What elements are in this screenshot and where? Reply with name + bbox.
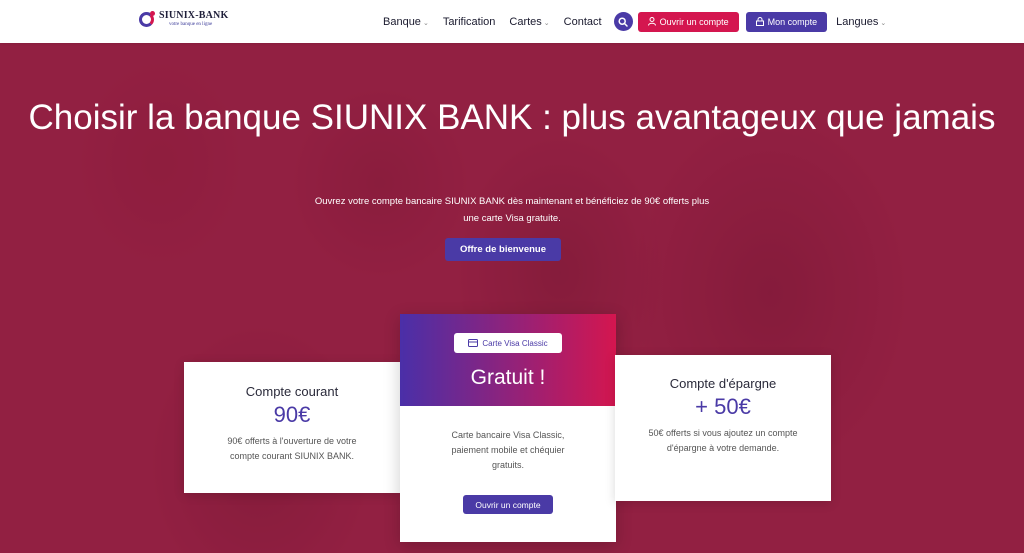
- languages-label: Langues: [836, 15, 879, 28]
- logo-text: SIUNIX-BANK votre banque en ligne: [159, 10, 229, 28]
- nav-item-contact[interactable]: Contact: [564, 16, 602, 28]
- search-button[interactable]: [613, 12, 633, 31]
- search-icon: [618, 16, 628, 27]
- nav-item-tarification[interactable]: Tarification: [443, 16, 496, 28]
- open-account-card-button[interactable]: Ouvrir un compte: [463, 495, 553, 514]
- main-nav: Banque ⌄ Tarification Cartes ⌄ Contact O…: [383, 0, 900, 43]
- nav-label: Contact: [563, 15, 602, 28]
- nav-label: Banque: [383, 15, 421, 28]
- chevron-down-icon: ⌄: [543, 19, 550, 27]
- my-account-button[interactable]: Mon compte: [745, 11, 828, 32]
- lock-icon: [755, 17, 764, 26]
- logo-tagline: votre banque en ligne: [169, 22, 213, 27]
- logo[interactable]: SIUNIX-BANK votre banque en ligne: [139, 10, 229, 28]
- logo-name: SIUNIX-BANK: [159, 10, 229, 21]
- open-account-label: Ouvrir un compte: [659, 16, 729, 27]
- chevron-down-icon: ⌄: [880, 19, 887, 27]
- logo-mark-icon: [139, 10, 155, 27]
- card-headline: Gratuit !: [470, 366, 546, 389]
- open-account-button[interactable]: Ouvrir un compte: [637, 11, 739, 32]
- offer-card-current-account: Compte courant 90€ 90€ offerts à l'ouver…: [184, 362, 400, 493]
- hero-subtitle: Ouvrez votre compte bancaire SIUNIX BANK…: [314, 196, 710, 224]
- languages-menu[interactable]: Langues ⌄: [836, 16, 886, 28]
- card-description: Carte bancaire Visa Classic, paiement mo…: [451, 430, 565, 470]
- nav-label: Tarification: [442, 15, 496, 28]
- card-amount: 90€: [273, 402, 311, 427]
- card-amount: + 50€: [695, 394, 751, 419]
- card-description: 90€ offerts à l'ouverture de votre compt…: [227, 436, 357, 461]
- visa-badge: Carte Visa Classic: [454, 333, 562, 353]
- visa-badge-label: Carte Visa Classic: [482, 338, 548, 348]
- hero-title: Choisir la banque SIUNIX BANK : plus ava…: [28, 98, 996, 137]
- card-description: 50€ offerts si vous ajoutez un compte d'…: [648, 428, 798, 453]
- nav-item-cartes[interactable]: Cartes ⌄: [509, 16, 549, 28]
- user-icon: [647, 17, 656, 26]
- site-header: SIUNIX-BANK votre banque en ligne Banque…: [0, 0, 1024, 43]
- offer-card-visa-classic: Carte Visa Classic Gratuit ! Carte banca…: [400, 314, 616, 542]
- card-title: Compte courant: [245, 384, 339, 399]
- welcome-offer-button[interactable]: Offre de bienvenue: [445, 238, 561, 261]
- nav-label: Cartes: [509, 15, 542, 28]
- card-title: Compte d'épargne: [669, 376, 777, 391]
- chevron-down-icon: ⌄: [422, 19, 429, 27]
- credit-card-icon: [468, 339, 479, 347]
- card-header: Carte Visa Classic Gratuit !: [400, 314, 616, 406]
- offer-card-savings-account: Compte d'épargne + 50€ 50€ offerts si vo…: [615, 355, 831, 501]
- my-account-label: Mon compte: [767, 16, 818, 27]
- nav-item-banque[interactable]: Banque ⌄: [383, 16, 429, 28]
